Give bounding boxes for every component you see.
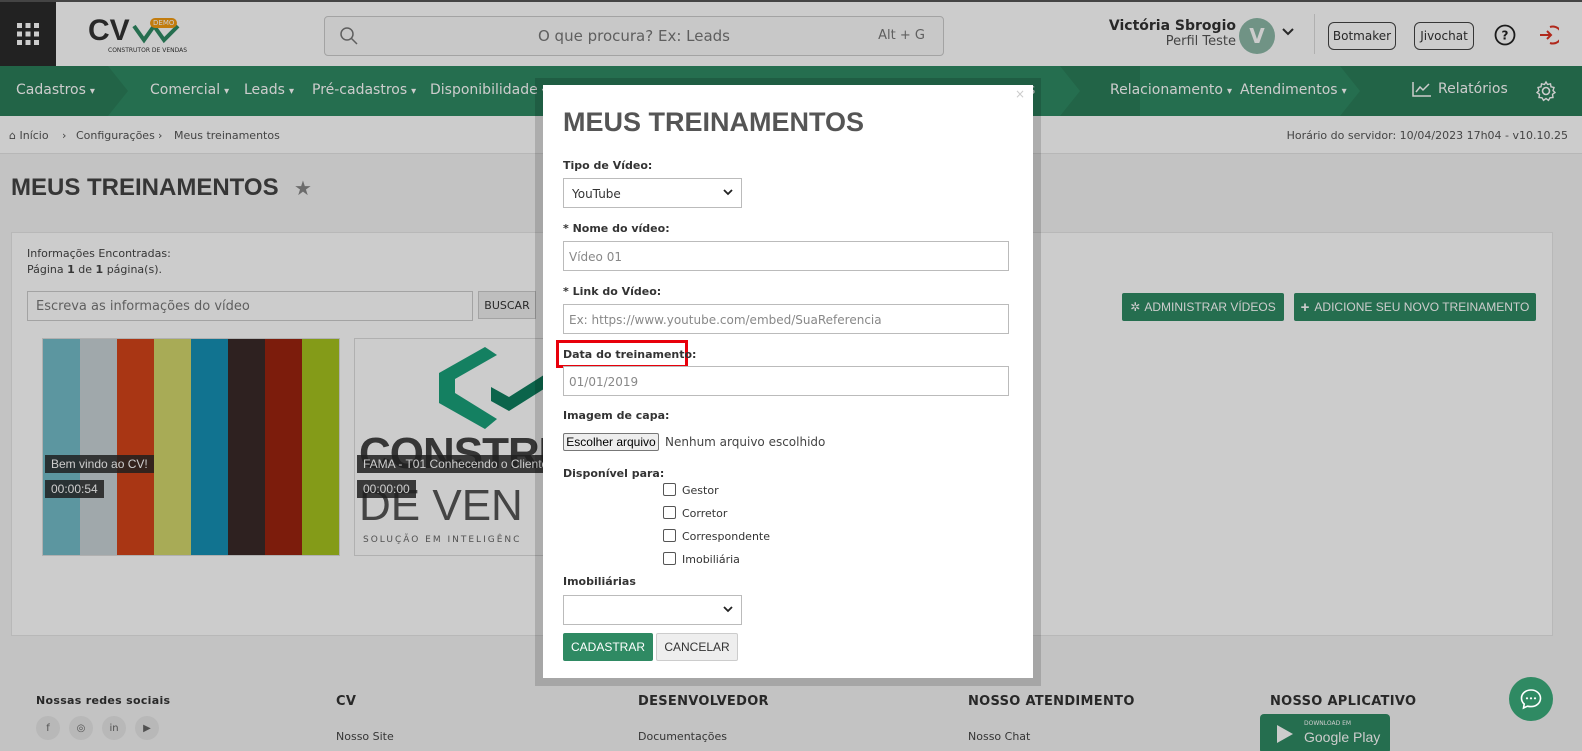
checkbox-label: Imobiliária: [682, 553, 740, 566]
video-type-select[interactable]: YouTube: [563, 178, 742, 208]
checkbox-gestor[interactable]: [663, 483, 676, 496]
video-type-label: Tipo de Vídeo:: [563, 159, 653, 172]
cover-image-label: Imagem de capa:: [563, 409, 670, 422]
video-link-placeholder: Ex: https://www.youtube.com/embed/SuaRef…: [569, 313, 882, 327]
checkbox-label: Correspondente: [682, 530, 771, 543]
video-type-value: YouTube: [572, 187, 621, 201]
chevron-down-icon: [723, 606, 733, 613]
video-link-input[interactable]: Ex: https://www.youtube.com/embed/SuaRef…: [563, 304, 1009, 334]
training-date-label: Data do treinamento:: [563, 348, 697, 361]
chevron-down-icon: [723, 189, 733, 196]
file-status: Nenhum arquivo escolhido: [665, 435, 826, 449]
video-name-placeholder: Vídeo 01: [569, 250, 622, 264]
training-date-input[interactable]: 01/01/2019: [563, 366, 1009, 396]
available-for-label: Disponível para:: [563, 467, 665, 480]
checkbox-label: Corretor: [682, 507, 728, 520]
chat-button[interactable]: [1509, 677, 1553, 721]
training-modal: × MEUS TREINAMENTOS Tipo de Vídeo: YouTu…: [543, 85, 1033, 678]
choose-file-button[interactable]: Escolher arquivo: [563, 433, 659, 451]
imobiliarias-label: Imobiliárias: [563, 575, 636, 588]
submit-button[interactable]: CADASTRAR: [563, 633, 653, 661]
close-icon[interactable]: ×: [1015, 87, 1025, 101]
video-link-label: * Link do Vídeo:: [563, 285, 662, 298]
training-date-placeholder: 01/01/2019: [569, 375, 639, 389]
checkbox-correspondente[interactable]: [663, 529, 676, 542]
checkbox-label: Gestor: [682, 484, 719, 497]
chat-bubble-icon: [1520, 689, 1542, 710]
video-name-input[interactable]: Vídeo 01: [563, 241, 1009, 271]
imobiliarias-select[interactable]: [563, 595, 742, 625]
checkbox-corretor[interactable]: [663, 506, 676, 519]
video-name-label: * Nome do vídeo:: [563, 222, 670, 235]
checkbox-imobiliaria[interactable]: [663, 552, 676, 565]
modal-title: MEUS TREINAMENTOS: [563, 107, 865, 137]
cancel-button[interactable]: CANCELAR: [656, 633, 738, 661]
